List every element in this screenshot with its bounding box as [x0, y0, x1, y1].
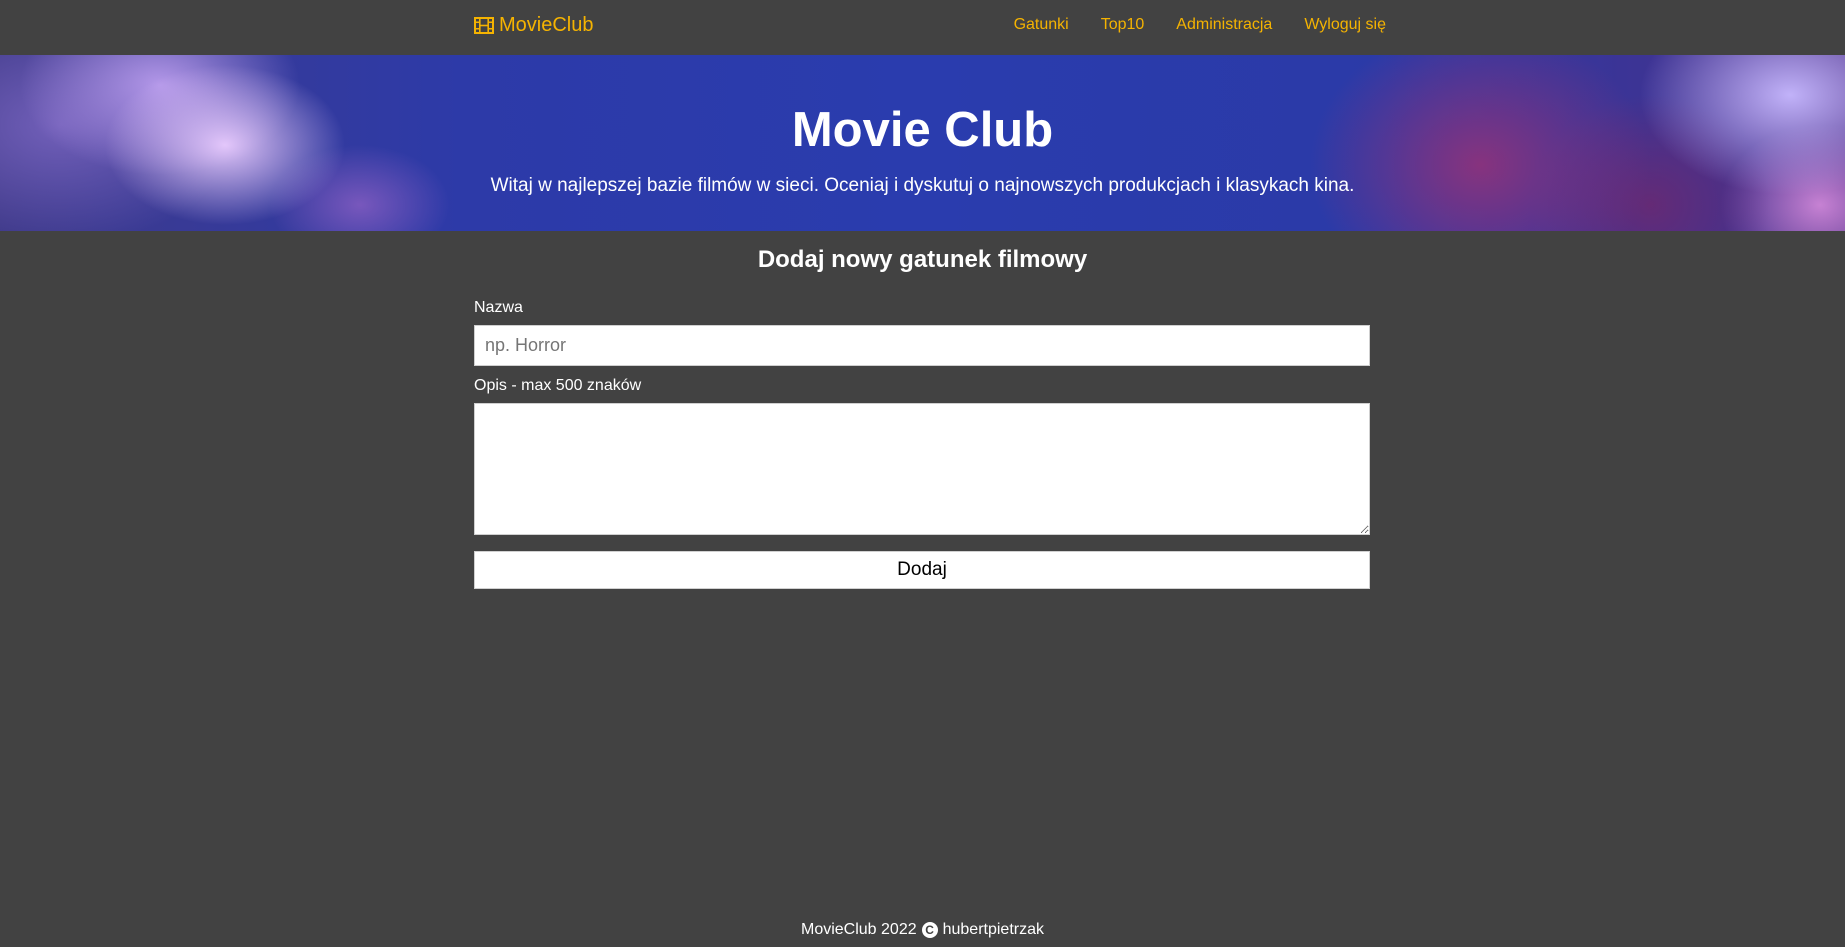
brand-name: MovieClub — [499, 14, 594, 36]
footer-author: hubertpietrzak — [942, 921, 1044, 938]
add-button[interactable]: Dodaj — [474, 551, 1370, 589]
description-textarea[interactable] — [474, 403, 1370, 535]
hero-banner: Movie Club Witaj w najlepszej bazie film… — [0, 55, 1845, 231]
copyright-icon: C — [921, 921, 938, 938]
nav-links: Gatunki Top10 Administracja Wyloguj się — [1014, 15, 1386, 34]
nav-link-logout[interactable]: Wyloguj się — [1304, 15, 1386, 34]
film-icon — [474, 17, 494, 34]
add-genre-form: Nazwa Opis - max 500 znaków Dodaj — [474, 298, 1370, 589]
top-navbar: MovieClub Gatunki Top10 Administracja Wy… — [0, 0, 1845, 55]
hero-title: Movie Club — [791, 103, 1054, 157]
nav-link-gatunki[interactable]: Gatunki — [1014, 15, 1069, 34]
name-label: Nazwa — [474, 299, 523, 316]
hero-subtitle: Witaj w najlepszej bazie filmów w sieci.… — [490, 175, 1355, 196]
form-title: Dodaj nowy gatunek filmowy — [757, 246, 1088, 273]
name-input[interactable] — [474, 325, 1370, 366]
footer: MovieClub 2022 C hubertpietrzak — [0, 920, 1845, 939]
nav-link-administracja[interactable]: Administracja — [1176, 15, 1272, 34]
footer-text: MovieClub 2022 — [800, 921, 917, 938]
nav-link-top10[interactable]: Top10 — [1101, 15, 1145, 34]
brand-link[interactable]: MovieClub — [474, 14, 593, 37]
description-label: Opis - max 500 znaków — [474, 377, 642, 394]
